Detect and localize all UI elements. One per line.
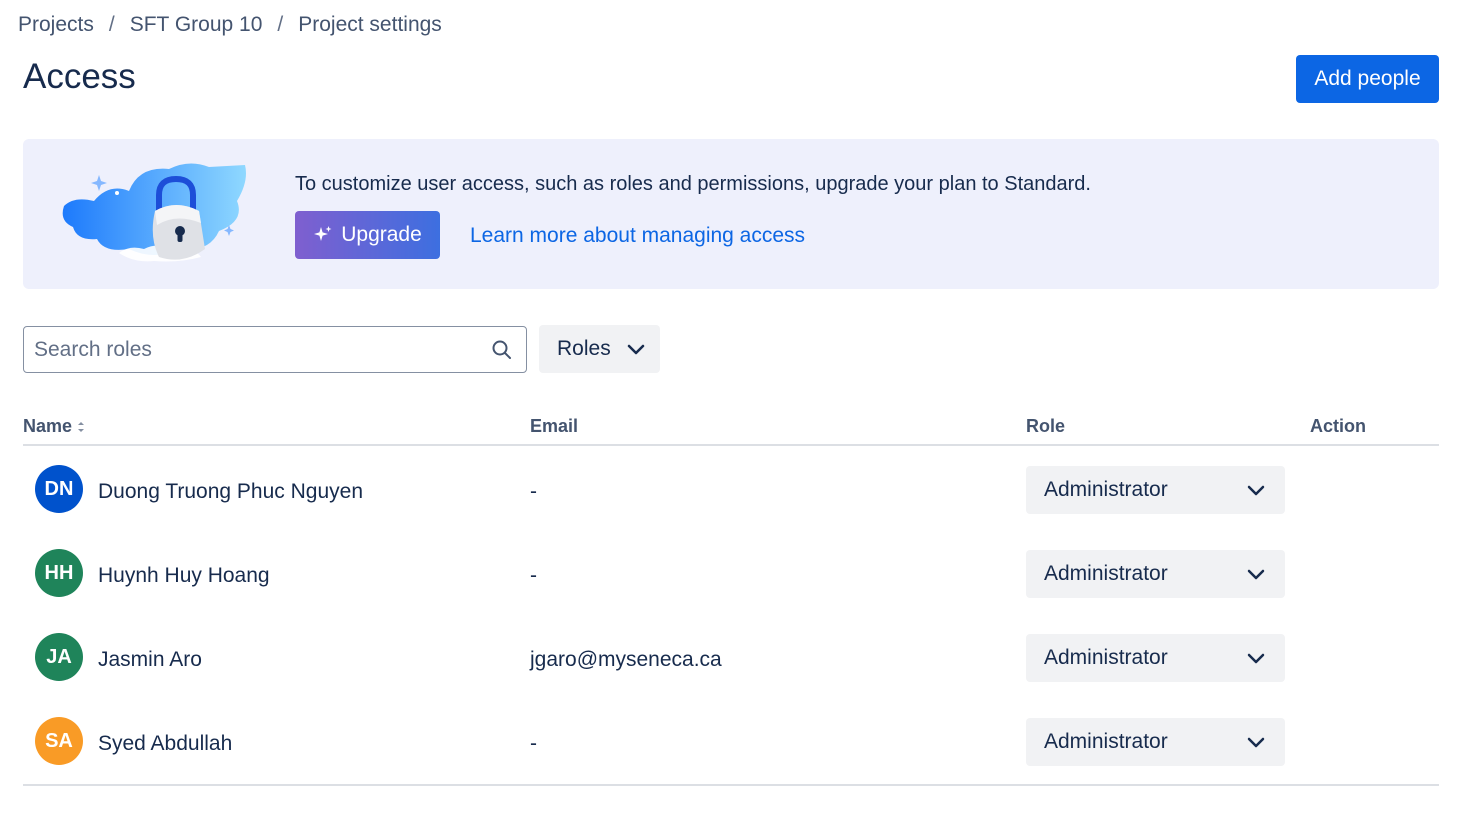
member-name: Jasmin Aro bbox=[98, 648, 202, 671]
role-select-value: Administrator bbox=[1044, 730, 1168, 753]
learn-more-link[interactable]: Learn more about managing access bbox=[470, 224, 805, 248]
member-name: Duong Truong Phuc Nguyen bbox=[98, 480, 364, 503]
avatar: HH bbox=[35, 549, 83, 597]
column-header-email: Email bbox=[530, 416, 579, 436]
table-row: JA Jasmin Aro jgaro@myseneca.ca Administ… bbox=[23, 616, 1439, 700]
role-select[interactable]: Administrator bbox=[1026, 718, 1285, 766]
add-people-button[interactable]: Add people bbox=[1296, 55, 1439, 103]
breadcrumb-project[interactable]: SFT Group 10 bbox=[130, 13, 263, 37]
members-table: DN Duong Truong Phuc Nguyen - Administra… bbox=[23, 448, 1439, 784]
column-header-name[interactable]: Name bbox=[23, 416, 86, 437]
chevron-down-icon bbox=[1247, 737, 1265, 748]
roles-filter-label: Roles bbox=[557, 337, 611, 360]
banner-message: To customize user access, such as roles … bbox=[295, 173, 1091, 195]
role-select[interactable]: Administrator bbox=[1026, 550, 1285, 598]
chevron-down-icon bbox=[1247, 569, 1265, 580]
table-row: HH Huynh Huy Hoang - Administrator bbox=[23, 532, 1439, 616]
breadcrumb: Projects / SFT Group 10 / Project settin… bbox=[18, 13, 442, 37]
member-name: Huynh Huy Hoang bbox=[98, 564, 270, 587]
member-email: - bbox=[530, 732, 537, 755]
upgrade-banner: To customize user access, such as roles … bbox=[23, 139, 1439, 289]
role-select-value: Administrator bbox=[1044, 646, 1168, 669]
upgrade-button[interactable]: Upgrade bbox=[295, 211, 440, 259]
search-input[interactable] bbox=[24, 327, 484, 372]
column-header-action: Action bbox=[1310, 416, 1366, 436]
member-email: jgaro@myseneca.ca bbox=[530, 648, 722, 671]
table-bottom-divider bbox=[23, 784, 1439, 786]
chevron-down-icon bbox=[627, 344, 644, 355]
roles-filter-dropdown[interactable]: Roles bbox=[539, 325, 660, 373]
page-title: Access bbox=[23, 57, 136, 96]
role-select[interactable]: Administrator bbox=[1026, 634, 1285, 682]
table-row: DN Duong Truong Phuc Nguyen - Administra… bbox=[23, 448, 1439, 532]
role-select-value: Administrator bbox=[1044, 562, 1168, 585]
chevron-down-icon bbox=[1247, 485, 1265, 496]
breadcrumb-projects[interactable]: Projects bbox=[18, 13, 94, 37]
chevron-down-icon bbox=[1247, 653, 1265, 664]
role-select-value: Administrator bbox=[1044, 478, 1168, 501]
breadcrumb-separator: / bbox=[108, 13, 115, 36]
padlock-illustration-icon bbox=[62, 163, 247, 262]
member-email: - bbox=[530, 480, 537, 503]
search-roles-field[interactable] bbox=[23, 326, 527, 373]
avatar: DN bbox=[35, 465, 83, 513]
avatar: JA bbox=[35, 633, 83, 681]
table-row: SA Syed Abdullah - Administrator bbox=[23, 700, 1439, 784]
role-select[interactable]: Administrator bbox=[1026, 466, 1285, 514]
sparkle-icon bbox=[314, 226, 332, 241]
member-name: Syed Abdullah bbox=[98, 732, 233, 755]
avatar: SA bbox=[35, 717, 83, 765]
sort-icon bbox=[78, 421, 85, 432]
breadcrumb-separator: / bbox=[277, 13, 284, 36]
column-header-name-label: Name bbox=[23, 416, 73, 436]
search-icon[interactable] bbox=[490, 338, 514, 362]
table-header: Name Email Role Action bbox=[23, 416, 1439, 446]
upgrade-button-label: Upgrade bbox=[341, 223, 422, 246]
member-email: - bbox=[530, 564, 537, 587]
column-header-role: Role bbox=[1026, 416, 1066, 436]
breadcrumb-project-settings[interactable]: Project settings bbox=[298, 13, 442, 37]
